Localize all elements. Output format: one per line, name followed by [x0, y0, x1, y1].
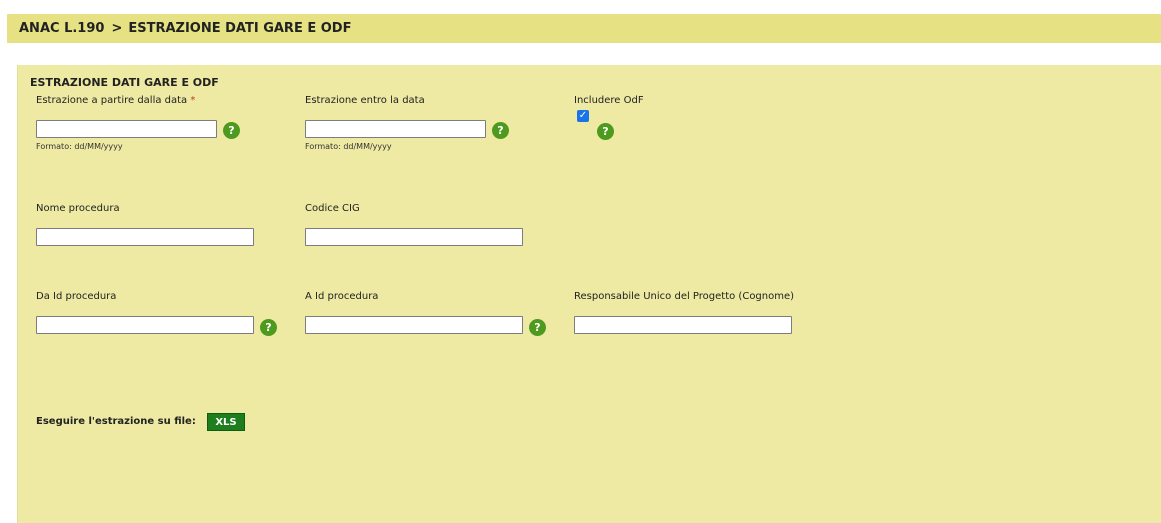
id-from-input[interactable]	[36, 316, 254, 334]
date-to-help-icon[interactable]: ?	[492, 122, 509, 139]
date-from-label-text: Estrazione a partire dalla data	[36, 95, 188, 106]
id-from-help-icon[interactable]: ?	[260, 319, 277, 336]
include-odf-label: Includere OdF	[574, 95, 644, 106]
section-title: ESTRAZIONE DATI GARE E ODF	[30, 76, 219, 89]
rup-label: Responsabile Unico del Progetto (Cognome…	[574, 291, 795, 302]
breadcrumb-header: ANAC L.190 > ESTRAZIONE DATI GARE E ODF	[7, 14, 1161, 43]
include-odf-checkbox[interactable]: ✓	[577, 110, 589, 122]
xls-export-button[interactable]: XLS	[207, 413, 245, 431]
procedure-name-input[interactable]	[36, 228, 254, 246]
export-label: Eseguire l'estrazione su file:	[36, 416, 196, 427]
extraction-form-panel: ESTRAZIONE DATI GARE E ODF Estrazione a …	[17, 65, 1161, 523]
include-odf-help-icon[interactable]: ?	[597, 123, 614, 140]
id-to-label: A Id procedura	[305, 291, 379, 302]
breadcrumb-page: ESTRAZIONE DATI GARE E ODF	[128, 21, 352, 36]
date-to-label: Estrazione entro la data	[305, 95, 425, 106]
cig-code-input[interactable]	[305, 228, 523, 246]
date-from-help-icon[interactable]: ?	[223, 122, 240, 139]
breadcrumb-app: ANAC L.190	[19, 21, 105, 36]
id-to-input[interactable]	[305, 316, 523, 334]
breadcrumb-separator: >	[111, 21, 123, 36]
id-from-label: Da Id procedura	[36, 291, 117, 302]
id-to-help-icon[interactable]: ?	[529, 319, 546, 336]
cig-code-label: Codice CIG	[305, 203, 360, 214]
date-from-input[interactable]	[36, 120, 217, 138]
date-from-format-hint: Formato: dd/MM/yyyy	[36, 142, 123, 151]
date-to-format-hint: Formato: dd/MM/yyyy	[305, 142, 392, 151]
date-from-label: Estrazione a partire dalla data *	[36, 95, 195, 106]
date-to-input[interactable]	[305, 120, 486, 138]
procedure-name-label: Nome procedura	[36, 203, 120, 214]
rup-input[interactable]	[574, 316, 792, 334]
required-marker: *	[190, 95, 196, 106]
